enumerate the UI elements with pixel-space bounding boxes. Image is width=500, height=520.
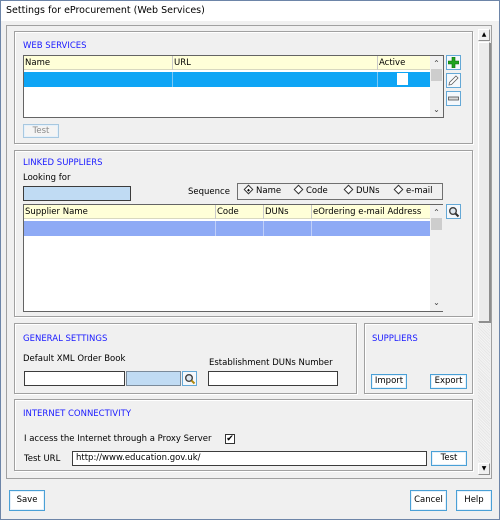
linked-suppliers-title: LINKED SUPPLIERS [23,158,103,168]
minus-icon [448,96,459,101]
scroll-down-arrow[interactable]: ⌄ [430,104,443,116]
radio-icon [293,184,304,195]
linked-suppliers-grid-scrollbar[interactable]: ⌃ ⌄ [430,205,443,311]
plus-icon [448,57,459,68]
web-services-title: WEB SERVICES [23,41,87,51]
save-button[interactable]: Save [9,490,45,511]
column-header-duns[interactable]: DUNs [264,205,312,219]
scroll-thumb[interactable] [431,218,442,230]
column-header-email[interactable]: eOrdering e-mail Address [312,205,430,219]
radio-icon [393,184,404,195]
sequence-radio-group: Name Code DUNs e-mail [237,183,443,200]
xml-order-book-input[interactable] [24,371,125,386]
general-settings-panel: GENERAL SETTINGS Default XML Order Book … [14,323,357,394]
column-header-name[interactable]: Name [24,56,173,70]
web-services-row[interactable] [24,72,430,87]
export-button[interactable]: Export [430,374,467,389]
sequence-radio-duns[interactable]: DUNs [343,184,380,198]
settings-window: Settings for eProcurement (Web Services)… [0,0,500,520]
cell-supplier-name [24,221,216,236]
suppliers-title: SUPPLIERS [372,334,418,344]
sequence-radio-name[interactable]: Name [243,184,281,198]
xml-order-book-description [126,371,181,386]
sequence-radio-email[interactable]: e-mail [393,184,433,198]
sequence-label: Sequence [188,187,230,197]
web-services-grid-scrollbar[interactable]: ⌃ ⌄ [430,56,443,117]
web-services-panel: WEB SERVICES Name URL Active ⌃ ⌄ Test [14,31,473,144]
xml-order-book-lookup-button[interactable] [182,371,197,386]
cell-name [24,72,173,87]
proxy-checkbox[interactable]: ✔ [225,434,235,444]
linked-suppliers-grid-header: Supplier Name Code DUNs eOrdering e-mail… [24,205,430,219]
cell-duns [264,221,312,236]
magnifier-icon [448,206,459,217]
linked-supplier-row[interactable] [24,221,430,236]
scroll-track[interactable] [478,324,490,462]
cell-email [312,221,430,236]
cell-code [216,221,264,236]
column-header-supplier-name[interactable]: Supplier Name [24,205,216,219]
radio-selected-icon [243,184,254,195]
cell-url [173,72,378,87]
remove-web-service-button[interactable] [446,91,461,106]
test-url-label: Test URL [24,454,61,464]
internet-connectivity-title: INTERNET CONNECTIVITY [23,409,132,419]
search-suppliers-button[interactable] [446,204,461,219]
scroll-up-button[interactable]: ▲ [478,29,490,41]
suppliers-panel: SUPPLIERS Import Export [364,323,473,394]
duns-number-label: Establishment DUNs Number [209,358,333,368]
magnifier-icon [184,373,195,384]
pencil-icon [448,75,459,86]
looking-for-label: Looking for [23,173,71,183]
scroll-down-button[interactable]: ▼ [478,463,490,475]
scroll-thumb[interactable] [431,69,442,81]
help-button[interactable]: Help [456,490,492,511]
test-url-input[interactable]: http://www.education.gov.uk/ [72,451,427,466]
column-header-url[interactable]: URL [173,56,378,70]
proxy-label: I access the Internet through a Proxy Se… [24,434,212,444]
scroll-down-arrow[interactable]: ⌄ [430,297,443,309]
column-header-active[interactable]: Active [378,56,430,70]
column-header-code[interactable]: Code [216,205,264,219]
duns-number-input[interactable] [208,371,338,386]
looking-for-input[interactable] [23,186,131,201]
test-url-button[interactable]: Test [431,451,467,466]
cell-active-checkbox[interactable] [397,73,408,85]
edit-web-service-button[interactable] [446,73,461,88]
web-services-grid: Name URL Active ⌃ ⌄ [23,55,444,118]
window-title: Settings for eProcurement (Web Services) [1,1,499,21]
linked-suppliers-grid: Supplier Name Code DUNs eOrdering e-mail… [23,204,443,312]
xml-order-book-label: Default XML Order Book [23,354,126,364]
scroll-thumb[interactable] [478,42,490,322]
web-services-grid-header: Name URL Active [24,56,430,70]
general-settings-title: GENERAL SETTINGS [23,334,108,344]
import-button[interactable]: Import [371,374,407,389]
sequence-radio-code[interactable]: Code [293,184,328,198]
radio-icon [343,184,354,195]
internet-connectivity-panel: INTERNET CONNECTIVITY I access the Inter… [14,399,473,471]
add-web-service-button[interactable] [446,55,461,70]
cancel-button[interactable]: Cancel [410,490,447,511]
linked-suppliers-panel: LINKED SUPPLIERS Looking for Sequence Na… [14,150,473,317]
settings-vertical-scrollbar[interactable]: ▲ ▼ [477,29,491,477]
test-web-service-button[interactable]: Test [23,124,59,138]
